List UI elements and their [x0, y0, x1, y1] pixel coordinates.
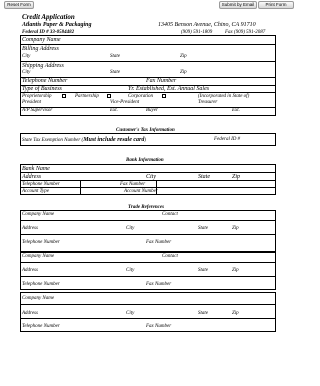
exemption-note: Must include resale card [83, 137, 145, 143]
bank-fax-field[interactable]: Fax Number [120, 182, 145, 187]
president-field[interactable]: President [22, 100, 41, 105]
ref2-company-name-field[interactable]: Company Name [22, 254, 54, 259]
state-tax-exemption-field[interactable]: State Tax Exemption Number (Must include… [22, 137, 146, 143]
bank-city-field[interactable]: City [146, 174, 156, 180]
company-name-header: Atlantis Paper & Packaging [22, 22, 92, 28]
shipping-city-label: City [22, 70, 31, 75]
ref1-state-field[interactable]: State [198, 226, 208, 231]
fax-number-field[interactable]: Fax Number [146, 78, 176, 84]
billing-city-label: City [22, 54, 31, 59]
bank-name-field[interactable]: Bank Name [22, 166, 50, 172]
billing-address-field[interactable]: Billing Address [22, 46, 59, 52]
billing-state-label: State [110, 54, 120, 59]
ap-ext-field[interactable]: Ext. [110, 108, 118, 113]
telephone-number-field[interactable]: Telephone Number [22, 78, 67, 84]
print-form-button[interactable]: Print Form [258, 1, 294, 9]
proprietorship-label: Proprietorship [22, 94, 52, 99]
partnership-checkbox[interactable] [107, 94, 111, 98]
bank-address-field[interactable]: Address [22, 174, 41, 180]
corporation-checkbox[interactable] [162, 94, 166, 98]
ap-supervisor-field[interactable]: A/P Supervisor [22, 108, 52, 113]
ref2-fax-field[interactable]: Fax Number [146, 282, 171, 287]
ref1-company-name-field[interactable]: Company Name [22, 212, 54, 217]
account-type-field[interactable]: Account Type [22, 189, 49, 194]
ref3-address-field[interactable]: Address [22, 311, 38, 316]
partnership-label: Partnership [75, 94, 99, 99]
incorporated-state-field[interactable]: (Incorporated in State of) [198, 94, 249, 99]
ref2-telephone-field[interactable]: Telephone Number [22, 282, 60, 287]
company-address: 13405 Benson Avenue, Chino, CA 91710 [158, 22, 256, 28]
exemption-label: State Tax Exemption Number ( [22, 138, 84, 143]
exemption-close: ) [144, 138, 147, 143]
reset-form-button[interactable]: Reset Form [4, 1, 34, 9]
ref3-fax-field[interactable]: Fax Number [146, 324, 171, 329]
bank-zip-field[interactable]: Zip [232, 174, 240, 180]
account-number-field[interactable]: Account Number [124, 189, 158, 194]
bank-state-field[interactable]: State [198, 174, 210, 180]
ref1-telephone-field[interactable]: Telephone Number [22, 240, 60, 245]
buyer-ext-field[interactable]: Ext. [232, 108, 240, 113]
billing-zip-label: Zip [180, 54, 187, 59]
shipping-state-label: State [110, 70, 120, 75]
ref1-zip-field[interactable]: Zip [232, 226, 239, 231]
ref3-zip-field[interactable]: Zip [232, 311, 239, 316]
ref1-contact-field[interactable]: Contact [162, 212, 178, 217]
ref2-city-field[interactable]: City [126, 268, 134, 273]
ref3-telephone-field[interactable]: Telephone Number [22, 324, 60, 329]
company-name-field[interactable]: Company Name [22, 37, 61, 43]
ref2-contact-field[interactable]: Contact [162, 254, 178, 259]
ref1-city-field[interactable]: City [126, 226, 134, 231]
trade-reference-1 [20, 210, 276, 252]
ref3-state-field[interactable]: State [198, 311, 208, 316]
shipping-zip-label: Zip [180, 70, 187, 75]
ref1-fax-field[interactable]: Fax Number [146, 240, 171, 245]
bank-telephone-field[interactable]: Telephone Number [22, 182, 60, 187]
yr-established-field[interactable]: Yr. Established, Est. Annual Sales [128, 86, 209, 92]
ref3-company-name-field[interactable]: Company Name [22, 296, 54, 301]
ref1-address-field[interactable]: Address [22, 226, 38, 231]
buyer-field[interactable]: Buyer [146, 108, 158, 113]
ref3-city-field[interactable]: City [126, 311, 134, 316]
ref2-zip-field[interactable]: Zip [232, 268, 239, 273]
federal-id-field[interactable]: Federal ID # [214, 137, 240, 142]
submit-by-email-button[interactable]: Submit by Email [219, 1, 257, 9]
ref2-state-field[interactable]: State [198, 268, 208, 273]
type-of-business-field[interactable]: Type of Business [22, 86, 62, 92]
form-title: Credit Application [22, 13, 75, 21]
vice-president-field[interactable]: Vice-President [110, 100, 139, 105]
bank-heading: Bank Information [126, 158, 164, 163]
ref2-address-field[interactable]: Address [22, 268, 38, 273]
treasurer-field[interactable]: Treasurer [198, 100, 217, 105]
corporation-label: Corporation [128, 94, 154, 99]
shipping-address-field[interactable]: Shipping Address [22, 63, 64, 69]
proprietorship-checkbox[interactable] [62, 94, 66, 98]
